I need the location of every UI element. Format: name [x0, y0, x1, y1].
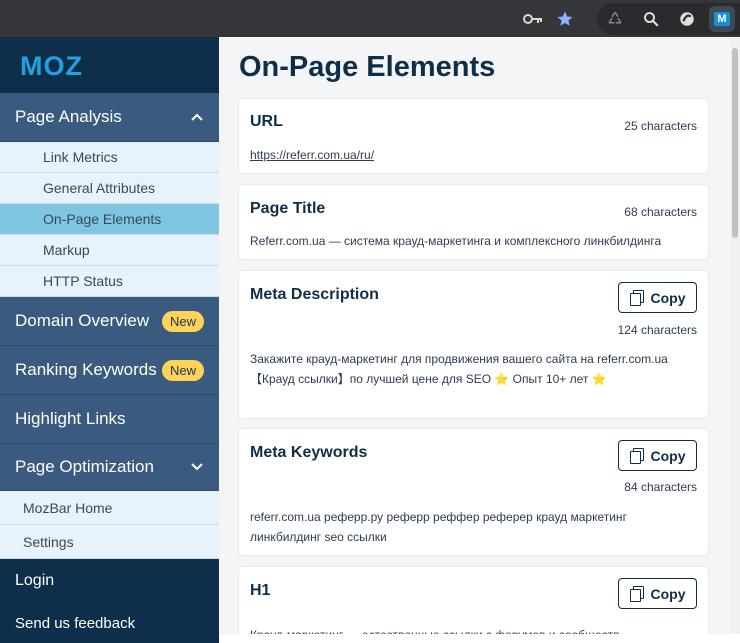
moz-logo-mark: MOZ [20, 53, 83, 77]
url-card: URL 25 characters https://referr.com.ua/… [239, 99, 708, 173]
card-title: H1 [250, 582, 271, 599]
scrollbar[interactable] [730, 37, 740, 634]
copy-label: Copy [650, 447, 686, 464]
copy-label: Copy [650, 585, 686, 602]
url-link[interactable]: https://referr.com.ua/ru/ [250, 148, 374, 162]
sidebar: MOZ Page Analysis Link Metrics General A… [0, 37, 219, 643]
character-count: 84 characters [624, 480, 697, 494]
page-title-card: Page Title 68 characters Referr.com.ua —… [239, 185, 708, 259]
nav-page-optimization[interactable]: Page Optimization [0, 444, 219, 491]
meta-keywords-value: referr.com.ua реферр.ру реферр реффер ре… [250, 510, 627, 544]
sidebar-item-http-status[interactable]: HTTP Status [0, 266, 219, 297]
page-analysis-submenu: Link Metrics General Attributes On-Page … [0, 142, 219, 297]
nav-domain-overview[interactable]: Domain Overview New [0, 297, 219, 346]
nav-ranking-keywords[interactable]: Ranking Keywords New [0, 346, 219, 395]
browser-toolbar: M [0, 0, 740, 37]
key-icon[interactable] [522, 8, 544, 30]
copy-icon [629, 586, 644, 602]
sidebar-item-on-page-elements[interactable]: On-Page Elements [0, 204, 219, 235]
recycle-icon[interactable] [604, 8, 626, 30]
meta-description-value: Закажите крауд-маркетинг для продвижения… [250, 352, 668, 386]
copy-button[interactable]: Copy [618, 440, 697, 471]
sidebar-item-mozbar-home[interactable]: MozBar Home [0, 491, 219, 525]
copy-button[interactable]: Copy [618, 578, 697, 609]
h1-card: H1 Copy Крауд-маркетинг — естественные с… [239, 567, 708, 634]
card-title: URL [250, 113, 283, 130]
new-badge: New [161, 310, 204, 332]
scrollbar-thumb[interactable] [732, 48, 738, 238]
nav-highlight-links-label: Highlight Links [15, 409, 126, 428]
nav-ranking-keywords-label: Ranking Keywords [15, 360, 157, 379]
sidebar-item-link-metrics[interactable]: Link Metrics [0, 142, 219, 173]
nav-highlight-links[interactable]: Highlight Links [0, 395, 219, 444]
moz-logo[interactable]: MOZ [0, 37, 219, 93]
card-title: Meta Keywords [250, 444, 368, 461]
page-optimization-submenu: MozBar Home Settings [0, 491, 219, 559]
copy-icon [629, 448, 644, 464]
mozbar-extension-icon[interactable]: M [709, 6, 735, 32]
chevron-up-icon [190, 110, 204, 124]
nav-page-analysis[interactable]: Page Analysis [0, 93, 219, 142]
nav-domain-overview-label: Domain Overview [15, 311, 150, 330]
extension-icon[interactable] [676, 8, 698, 30]
zoom-icon[interactable] [640, 8, 662, 30]
card-title: Page Title [250, 200, 326, 217]
mozbar-extension-letter: M [714, 12, 730, 26]
login-link[interactable]: Login [0, 559, 219, 603]
main-content: On-Page Elements URL 25 characters https… [219, 37, 730, 634]
sidebar-footer: Login Send us feedback [0, 559, 219, 643]
nav-page-optimization-label: Page Optimization [15, 457, 154, 476]
page-title: On-Page Elements [239, 51, 496, 83]
new-badge: New [161, 359, 204, 381]
copy-label: Copy [650, 289, 686, 306]
sidebar-item-general-attributes[interactable]: General Attributes [0, 173, 219, 204]
moz-logo-text: MOZ [20, 53, 83, 77]
url-value: https://referr.com.ua/ru/ [250, 145, 697, 165]
nav-page-analysis-label: Page Analysis [15, 107, 122, 126]
star-icon[interactable] [554, 8, 576, 30]
copy-button[interactable]: Copy [618, 282, 697, 313]
copy-icon [629, 290, 644, 306]
page-title-value: Referr.com.ua — система крауд-маркетинга… [250, 234, 662, 248]
chevron-down-icon [190, 460, 204, 474]
character-count: 124 characters [617, 323, 697, 337]
card-title: Meta Description [250, 286, 379, 303]
sidebar-item-settings[interactable]: Settings [0, 525, 219, 559]
meta-description-card: Meta Description Copy 124 characters Зак… [239, 271, 708, 418]
feedback-link[interactable]: Send us feedback [0, 603, 219, 643]
character-count: 68 characters [624, 205, 697, 219]
character-count: 25 characters [624, 119, 697, 133]
meta-keywords-card: Meta Keywords Copy 84 characters referr.… [239, 429, 708, 555]
sidebar-item-markup[interactable]: Markup [0, 235, 219, 266]
h1-value: Крауд-маркетинг — естественные ссылки с … [250, 625, 697, 634]
